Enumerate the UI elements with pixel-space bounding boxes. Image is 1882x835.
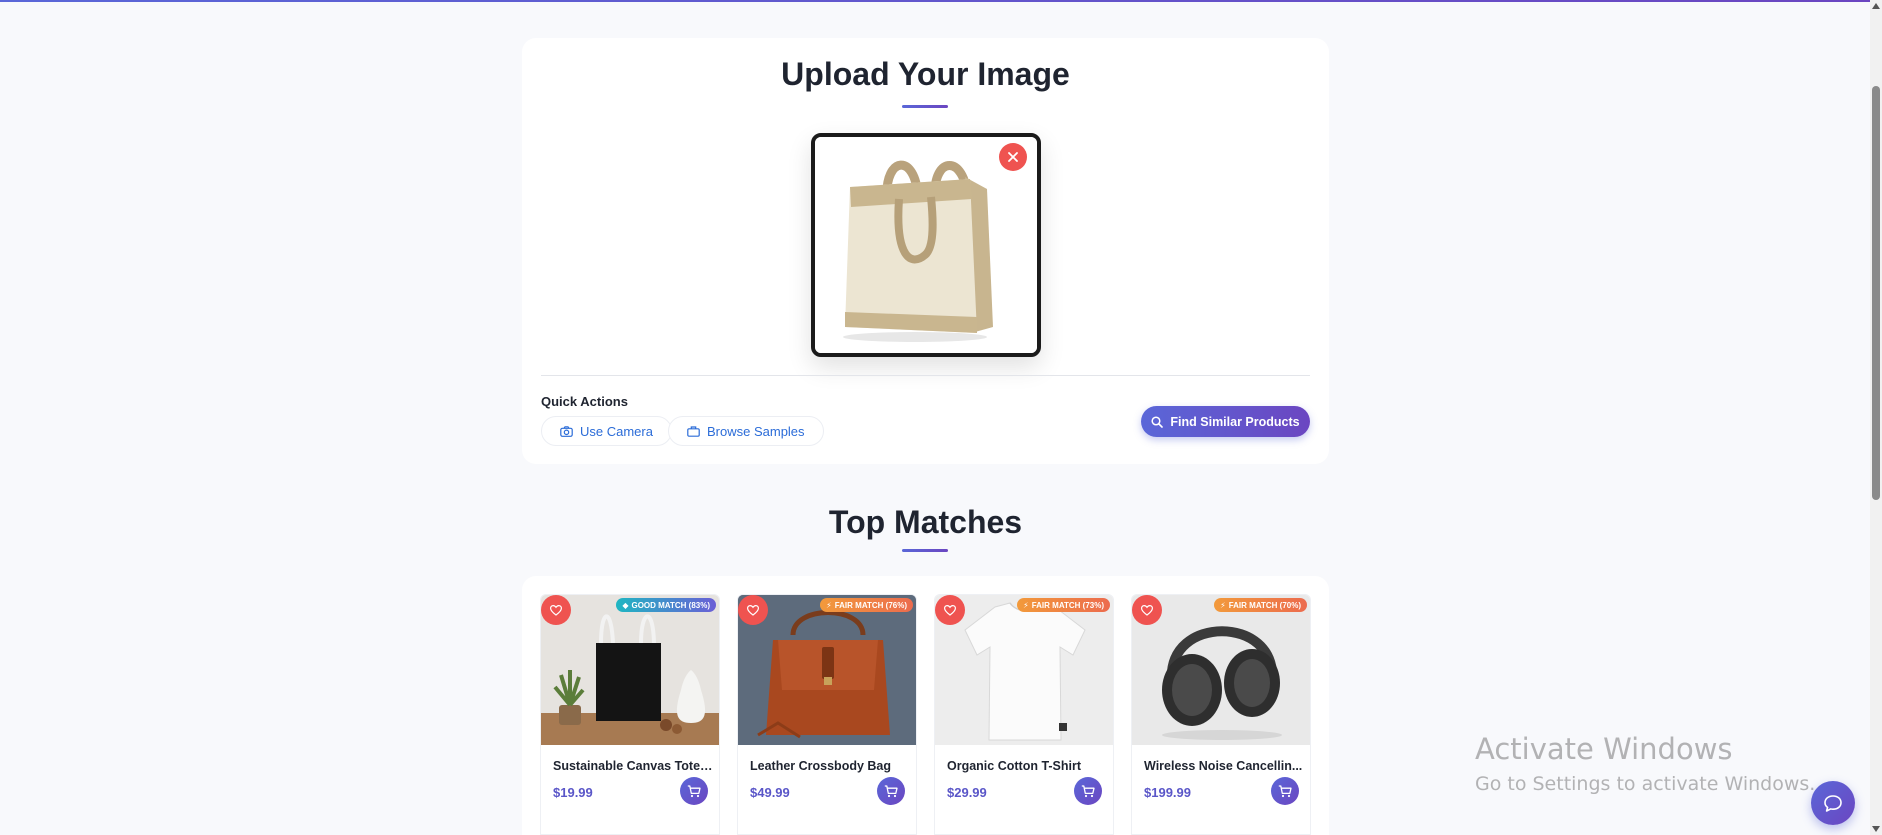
product-card[interactable]: ⚡ FAIR MATCH (70%) Wireless Noise Cancel… <box>1131 594 1311 835</box>
heart-icon <box>550 604 562 616</box>
divider <box>541 375 1310 376</box>
match-badge: ⚡ FAIR MATCH (76%) <box>820 598 913 612</box>
chat-button[interactable] <box>1811 781 1855 825</box>
matches-title: Top Matches <box>828 504 1023 540</box>
favorite-button[interactable] <box>541 595 571 625</box>
heart-icon <box>747 604 759 616</box>
browse-samples-button[interactable]: Browse Samples <box>668 416 824 446</box>
cart-icon <box>884 784 898 797</box>
match-badge-label: GOOD MATCH (83%) <box>631 600 710 610</box>
match-badge: ⚡ FAIR MATCH (73%) <box>1017 598 1110 612</box>
use-camera-button[interactable]: Use Camera <box>541 416 672 446</box>
search-icon <box>1151 415 1164 428</box>
matches-title-underline <box>902 549 948 552</box>
find-similar-products-button[interactable]: Find Similar Products <box>1141 406 1310 437</box>
lightning-icon: ⚡ <box>1220 600 1226 610</box>
lightning-icon: ⚡ <box>1023 600 1029 610</box>
upload-title: Upload Your Image <box>781 56 1070 92</box>
match-badge: ◆ GOOD MATCH (83%) <box>616 598 716 612</box>
matches-header: Top Matches <box>522 494 1329 554</box>
page-scrollbar[interactable] <box>1870 0 1882 835</box>
favorite-button[interactable] <box>1132 595 1162 625</box>
cart-icon <box>1081 784 1095 797</box>
match-badge: ⚡ FAIR MATCH (70%) <box>1214 598 1307 612</box>
results-panel: ◆ GOOD MATCH (83%) Sustainable Canvas To… <box>522 576 1329 835</box>
product-price: $49.99 <box>750 785 790 800</box>
heart-icon <box>944 604 956 616</box>
add-to-cart-button[interactable] <box>1271 777 1299 805</box>
product-card[interactable]: ◆ GOOD MATCH (83%) Sustainable Canvas To… <box>540 594 720 835</box>
scroll-thumb[interactable] <box>1872 86 1880 500</box>
match-badge-label: FAIR MATCH (70%) <box>1228 600 1301 610</box>
product-price: $199.99 <box>1144 785 1191 800</box>
activate-windows-title: Activate Windows <box>1475 732 1733 766</box>
find-button-label: Find Similar Products <box>1170 414 1300 429</box>
cart-icon <box>1278 784 1292 797</box>
product-name[interactable]: Leather Crossbody Bag <box>750 759 910 773</box>
use-camera-label: Use Camera <box>580 423 653 439</box>
upload-card: Upload Your Image Quick Actions Use Came… <box>522 38 1329 464</box>
add-to-cart-button[interactable] <box>877 777 905 805</box>
remove-image-button[interactable] <box>999 143 1027 171</box>
product-name[interactable]: Wireless Noise Cancellin... <box>1144 759 1304 773</box>
match-badge-label: FAIR MATCH (76%) <box>834 600 907 610</box>
match-badge-label: FAIR MATCH (73%) <box>1031 600 1104 610</box>
product-price: $29.99 <box>947 785 987 800</box>
favorite-button[interactable] <box>738 595 768 625</box>
product-name[interactable]: Sustainable Canvas Tote ... <box>553 759 713 773</box>
tote-bag-image <box>815 137 1037 353</box>
browse-samples-label: Browse Samples <box>707 423 805 439</box>
chat-bubble-icon <box>1824 794 1842 812</box>
top-accent-bar <box>0 0 1882 2</box>
cart-icon <box>687 784 701 797</box>
briefcase-icon <box>687 425 700 437</box>
lightning-icon: ⚡ <box>826 600 832 610</box>
product-card[interactable]: ⚡ FAIR MATCH (76%) Leather Crossbody Bag… <box>737 594 917 835</box>
product-price: $19.99 <box>553 785 593 800</box>
close-icon <box>1008 152 1018 162</box>
product-name[interactable]: Organic Cotton T-Shirt <box>947 759 1107 773</box>
quick-actions-label: Quick Actions <box>541 394 628 409</box>
scroll-down-arrow-icon[interactable] <box>1872 826 1880 832</box>
heart-icon <box>1141 604 1153 616</box>
favorite-button[interactable] <box>935 595 965 625</box>
scroll-up-arrow-icon[interactable] <box>1872 3 1880 9</box>
add-to-cart-button[interactable] <box>1074 777 1102 805</box>
product-card[interactable]: ⚡ FAIR MATCH (73%) Organic Cotton T-Shir… <box>934 594 1114 835</box>
diamond-icon: ◆ <box>622 600 629 610</box>
add-to-cart-button[interactable] <box>680 777 708 805</box>
activate-windows-subtitle: Go to Settings to activate Windows. <box>1475 773 1816 795</box>
camera-icon <box>560 425 573 437</box>
upload-title-underline <box>902 105 948 108</box>
